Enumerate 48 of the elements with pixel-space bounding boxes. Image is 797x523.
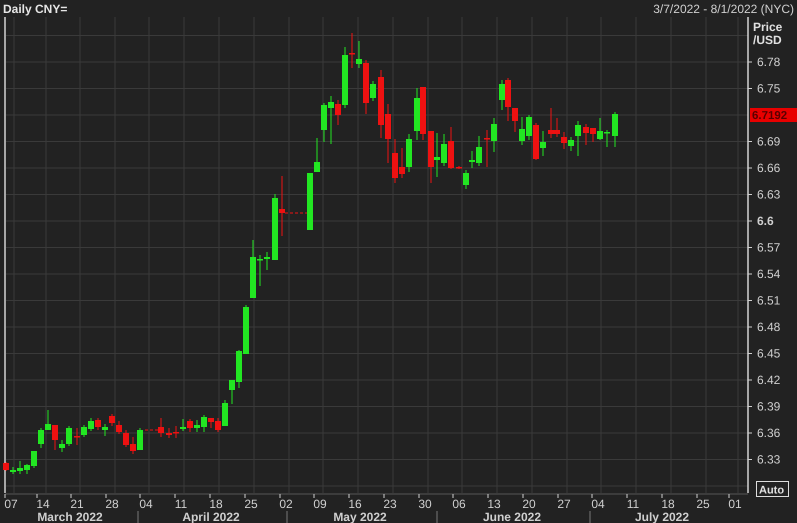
date-tick-label: 18 [209, 497, 223, 511]
price-tick-label: 6.42 [757, 373, 780, 387]
date-tick-label: 04 [591, 497, 605, 511]
price-tick-label: 6.75 [757, 82, 780, 96]
price-tick-label: 6.6 [757, 214, 774, 228]
date-tick-label: 11 [626, 497, 640, 511]
candlestick [612, 112, 618, 148]
month-label: June 2022 [482, 510, 542, 523]
price-tick-label: 6.69 [757, 134, 780, 148]
price-tick-label: 6.33 [757, 452, 780, 466]
candlestick [158, 418, 164, 438]
price-tick-label: 6.57 [757, 240, 780, 254]
price-tick-label: 6.66 [757, 161, 780, 175]
date-tick-label: 23 [383, 497, 397, 511]
date-tick-label: 16 [348, 497, 362, 511]
price-tick-label: 6.63 [757, 188, 780, 202]
date-tick-label: 13 [487, 497, 501, 511]
date-range: 3/7/2022 - 8/1/2022 (NYC) [653, 2, 794, 14]
current-price-tag: 6.7192 [750, 108, 797, 122]
date-tick-label: 25 [696, 497, 710, 511]
date-tick-label: 27 [557, 497, 571, 511]
price-tick-label: 6.54 [757, 267, 780, 281]
month-label: March 2022 [37, 510, 103, 523]
date-tick-label: 04 [139, 497, 153, 511]
date-tick-label: 01 [728, 497, 742, 511]
date-tick-label: 20 [522, 497, 536, 511]
gap-line [284, 212, 308, 214]
axis-title: Price [753, 20, 782, 34]
date-tick-label: 14 [36, 497, 50, 511]
price-tick-label: 6.48 [757, 320, 780, 334]
date-tick-label: 11 [174, 497, 188, 511]
date-tick-label: 30 [418, 497, 432, 511]
chart-title: Daily CNY= [3, 2, 68, 14]
date-tick-label: 18 [661, 497, 675, 511]
date-tick-label: 02 [279, 497, 293, 511]
date-tick-label: 25 [244, 497, 258, 511]
auto-button[interactable]: Auto [756, 481, 789, 497]
date-tick-label: 09 [313, 497, 327, 511]
date-tick-label: 06 [452, 497, 466, 511]
date-tick-label: 21 [70, 497, 84, 511]
date-tick-label: 07 [4, 497, 18, 511]
price-tick-label: 6.36 [757, 426, 780, 440]
price-tick-label: 6.78 [757, 55, 780, 69]
price-tick-label: 6.39 [757, 400, 780, 414]
date-tick-label: 28 [105, 497, 119, 511]
axis-title: /USD [753, 33, 782, 47]
price-tick-label: 6.45 [757, 346, 780, 360]
price-tick-label: 6.51 [757, 294, 780, 308]
